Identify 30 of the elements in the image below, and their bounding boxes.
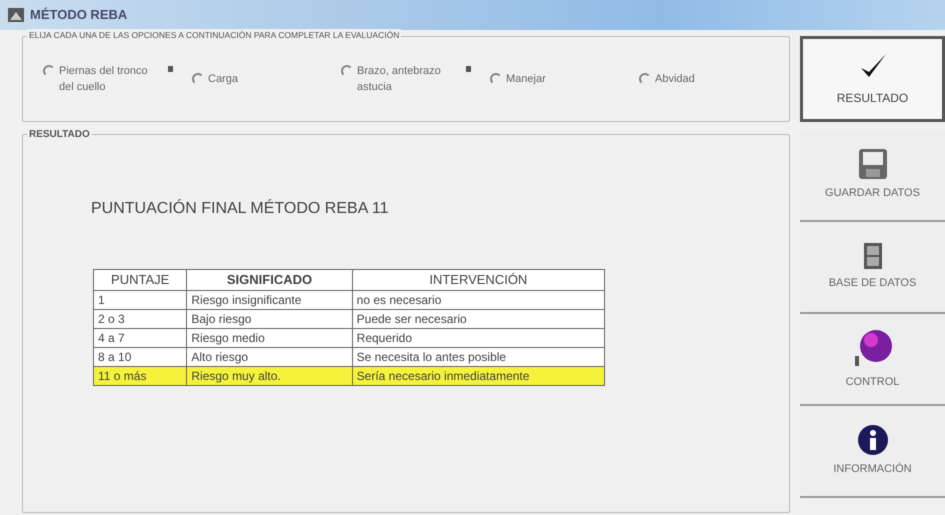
- file-cabinet-icon: [864, 242, 882, 269]
- window-title: MÉTODO REBA: [30, 6, 128, 24]
- table-cell: 2 o 3: [94, 309, 187, 328]
- table-cell: Bajo riesgo: [186, 309, 352, 328]
- option-radio[interactable]: Piernas del tronco del cuello: [43, 62, 173, 96]
- table-cell: Riesgo medio: [186, 328, 352, 347]
- info-icon: [858, 424, 888, 455]
- table-cell: Sería necesario inmediatamente: [352, 366, 604, 385]
- table-cell: Alto riesgo: [186, 347, 352, 366]
- side-button[interactable]: RESULTADO: [800, 36, 945, 122]
- column-header: INTERVENCIÓN: [352, 270, 604, 290]
- ball-icon: [852, 328, 892, 368]
- option-radio[interactable]: Brazo, antebrazo astucia: [341, 62, 471, 96]
- table-cell: no es necesario: [352, 290, 604, 309]
- table-cell: Riesgo muy alto.: [186, 366, 352, 385]
- table-cell: 4 a 7: [94, 328, 187, 347]
- table-cell: 1: [94, 290, 187, 309]
- app-icon: [8, 8, 24, 22]
- score-heading: PUNTUACIÓN FINAL MÉTODO REBA 11: [91, 198, 390, 219]
- table-cell: Puede ser necesario: [352, 309, 604, 328]
- option-radio[interactable]: Abvidad: [639, 70, 769, 88]
- table-cell: Riesgo insignificante: [186, 290, 352, 309]
- table-cell: Requerido: [352, 328, 604, 347]
- column-header: SIGNIFICADO: [186, 270, 352, 290]
- column-header: PUNTAJE: [94, 270, 187, 290]
- option-radio[interactable]: Carga: [192, 70, 322, 88]
- table-cell: Se necesita lo antes posible: [352, 347, 604, 366]
- table-cell: 11 o más: [94, 366, 187, 385]
- option-radio[interactable]: Manejar: [490, 70, 620, 88]
- table-cell: 8 a 10: [94, 347, 187, 366]
